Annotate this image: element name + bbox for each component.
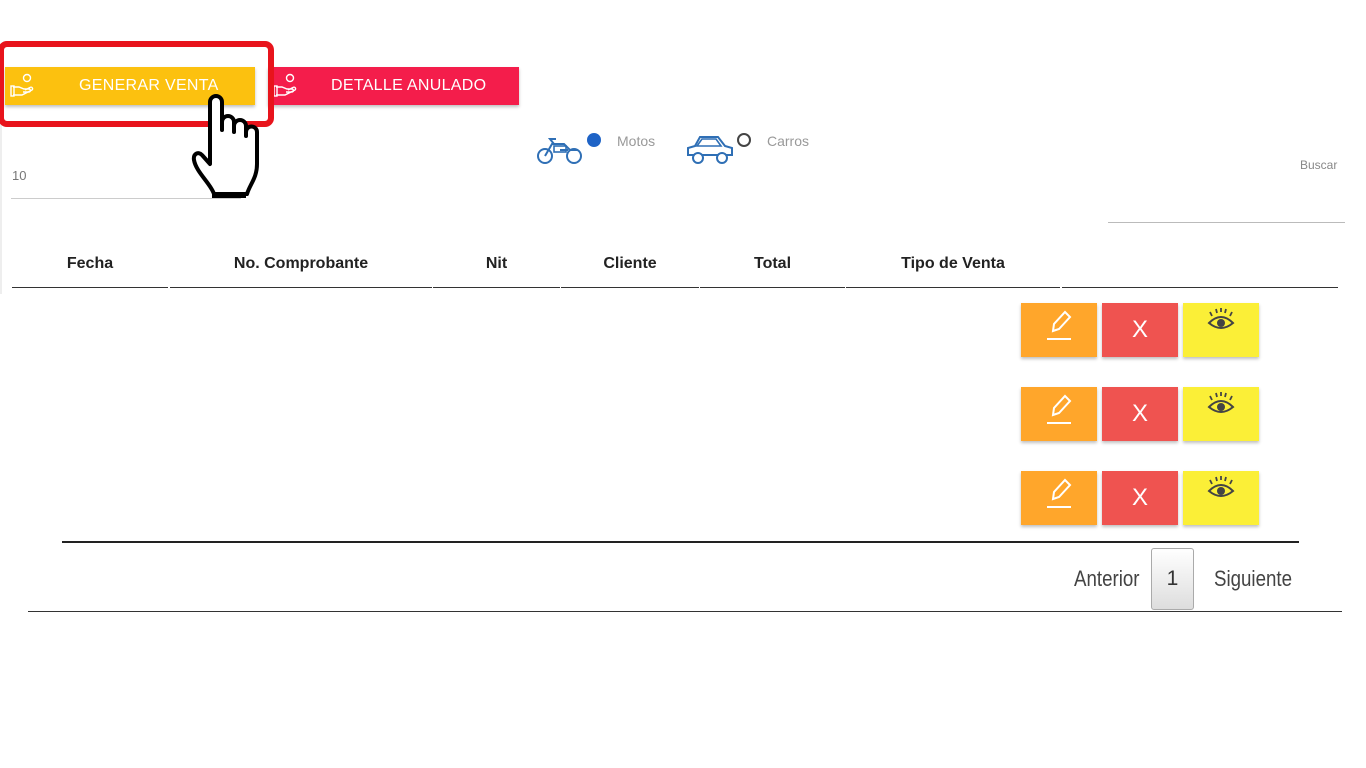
view-button[interactable]	[1183, 471, 1259, 525]
eye-icon	[1206, 307, 1236, 338]
void-detail-label: DETALLE ANULADO	[331, 77, 487, 94]
search-input[interactable]	[1108, 180, 1345, 220]
edit-button[interactable]	[1021, 387, 1097, 441]
header-underline	[846, 287, 1060, 288]
view-button[interactable]	[1183, 303, 1259, 357]
delete-button[interactable]: X	[1102, 303, 1178, 357]
eye-icon	[1206, 391, 1236, 422]
carros-radio[interactable]	[737, 133, 751, 147]
column-header-total[interactable]: Total	[700, 255, 845, 273]
search-underline	[1108, 222, 1345, 223]
pencil-icon	[1044, 307, 1074, 348]
previous-page-button[interactable]: Anterior	[1074, 566, 1139, 592]
table-bottom-divider	[62, 541, 1299, 543]
delete-button[interactable]: X	[1102, 387, 1178, 441]
hand-coin-icon	[272, 71, 302, 101]
eye-icon	[1206, 475, 1236, 506]
delete-x-label: X	[1131, 400, 1148, 427]
page-size-select[interactable]: 10	[12, 168, 26, 183]
page-number-button[interactable]: 1	[1151, 548, 1194, 610]
header-underline	[700, 287, 845, 288]
motos-radio[interactable]	[587, 133, 601, 147]
delete-button[interactable]: X	[1102, 471, 1178, 525]
view-button[interactable]	[1183, 387, 1259, 441]
next-page-button[interactable]: Siguiente	[1214, 566, 1292, 592]
header-underline	[561, 287, 699, 288]
header-underline	[170, 287, 432, 288]
delete-x-label: X	[1131, 484, 1148, 511]
motorcycle-icon	[536, 134, 584, 171]
page-size-underline	[11, 198, 241, 199]
column-header-nit[interactable]: Nit	[433, 255, 560, 273]
column-header-fecha[interactable]: Fecha	[12, 255, 168, 273]
header-underline	[1062, 287, 1338, 288]
edit-button[interactable]	[1021, 303, 1097, 357]
pencil-icon	[1044, 391, 1074, 432]
header-underline	[433, 287, 560, 288]
delete-x-label: X	[1131, 316, 1148, 343]
header-underline	[12, 287, 168, 288]
column-header-tipo-venta[interactable]: Tipo de Venta	[846, 255, 1060, 273]
void-detail-button[interactable]: DETALLE ANULADO	[268, 67, 519, 105]
car-icon	[685, 131, 735, 172]
column-header-comprobante[interactable]: No. Comprobante	[170, 255, 432, 273]
pagination-bottom-divider	[28, 611, 1342, 612]
edit-button[interactable]	[1021, 471, 1097, 525]
motos-label: Motos	[617, 133, 656, 149]
search-label: Buscar	[1300, 158, 1338, 172]
carros-label: Carros	[767, 133, 810, 149]
column-header-cliente[interactable]: Cliente	[561, 255, 699, 273]
pencil-icon	[1044, 475, 1074, 516]
pointer-hand-icon	[190, 92, 260, 207]
